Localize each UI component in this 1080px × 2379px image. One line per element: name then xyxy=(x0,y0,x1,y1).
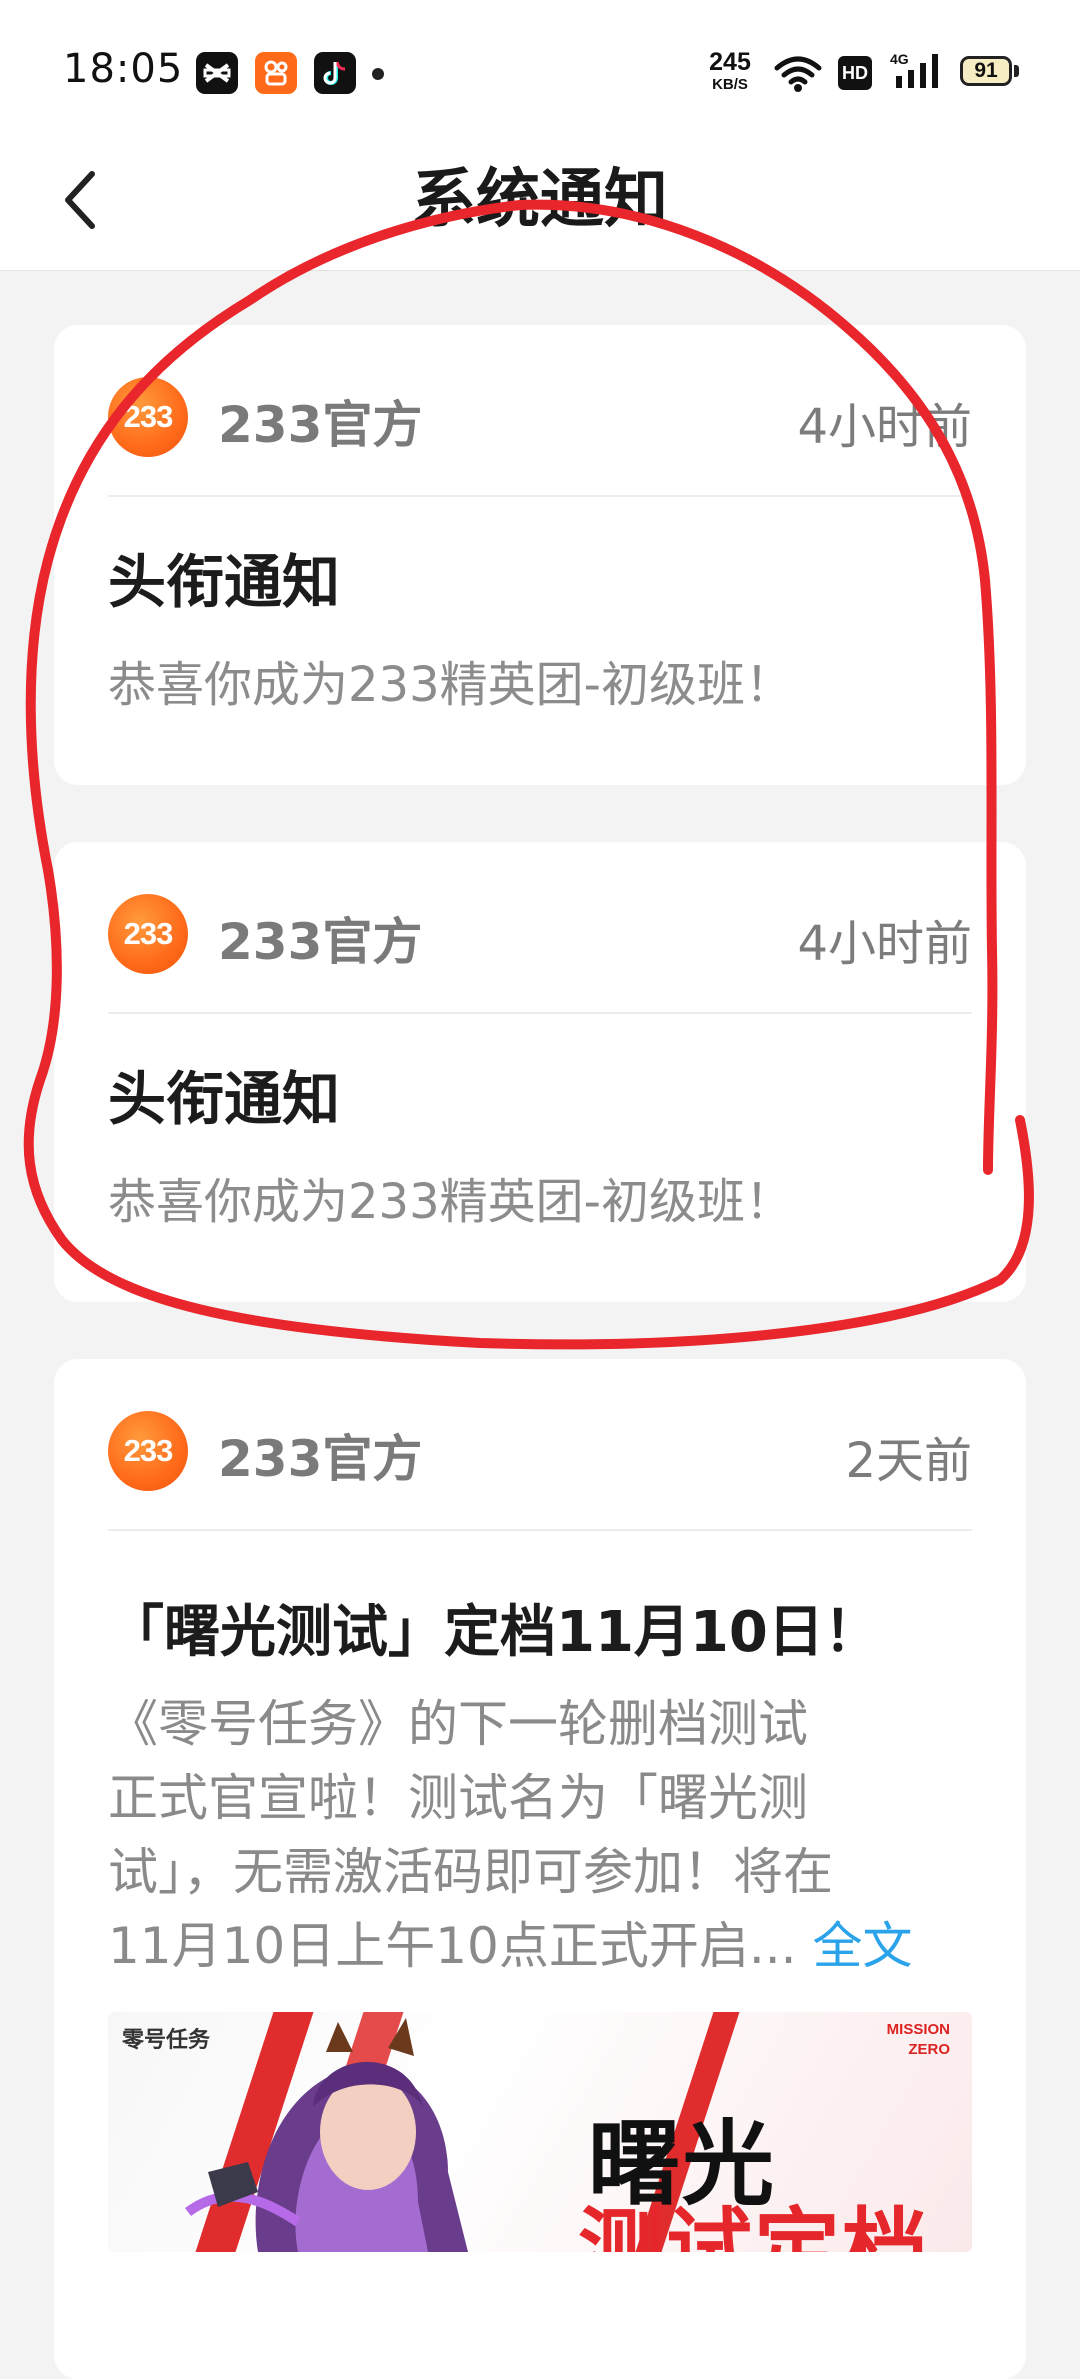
character-illustration xyxy=(185,2018,468,2252)
body-line: 《零号任务》的下一轮删档测试 xyxy=(108,1695,808,1753)
sender-avatar[interactable]: 233 xyxy=(108,894,188,974)
body-line: 11月10日上午10点正式开启... 全文 xyxy=(108,1909,972,1983)
banner-mission-logo: MISSION ZERO xyxy=(887,2020,950,2060)
sender-avatar[interactable]: 233 xyxy=(108,1411,188,1491)
battery-icon: 91 xyxy=(960,56,1012,86)
notification-header: 233 233官方 4小时前 xyxy=(108,325,972,497)
sender-name: 233官方 xyxy=(218,396,423,454)
network-speed-unit: KB/S xyxy=(712,76,748,93)
network-speed: 245 KB/S xyxy=(700,48,760,93)
sender-avatar[interactable]: 233 xyxy=(108,377,188,457)
wifi-icon xyxy=(773,54,823,98)
battery-tip xyxy=(1014,65,1019,77)
notification-body: 《零号任务》的下一轮删档测试 正式官宣啦！测试名为「曙光测 试」，无需激活码即可… xyxy=(108,1687,972,1983)
body-line-text: 11月10日上午10点正式开启... xyxy=(108,1917,813,1975)
hd-icon: HD xyxy=(838,56,872,90)
full-text-link[interactable]: 全文 xyxy=(812,1917,912,1975)
signal-label: 4G xyxy=(890,51,909,67)
status-time: 18:05 xyxy=(63,46,184,92)
notification-dot-icon xyxy=(372,68,384,80)
notification-card[interactable]: 233 233官方 4小时前 头衔通知 恭喜你成为233精英团-初级班！ xyxy=(54,842,1026,1302)
notification-time: 4小时前 xyxy=(797,399,972,455)
notification-card[interactable]: 233 233官方 4小时前 头衔通知 恭喜你成为233精英团-初级班！ xyxy=(54,325,1026,785)
notification-header: 233 233官方 2天前 xyxy=(108,1359,972,1531)
notification-title: 头衔通知 xyxy=(108,548,341,616)
nav-header: 系统通知 xyxy=(0,130,1080,271)
capcut-icon xyxy=(196,52,238,94)
promo-banner-image[interactable]: 零号任务 MISSION ZERO 曙光 测试定档 xyxy=(108,2012,972,2252)
signal-icon: 4G xyxy=(890,50,950,94)
notification-body: 恭喜你成为233精英团-初级班！ xyxy=(108,1174,793,1230)
banner-mission-line2: ZERO xyxy=(908,2041,950,2058)
notification-title: 「曙光测试」定档11月10日！ xyxy=(108,1600,880,1665)
body-line: 正式官宣啦！测试名为「曙光测 xyxy=(108,1769,808,1827)
network-speed-value: 245 xyxy=(709,48,751,76)
page-title: 系统通知 xyxy=(412,163,668,237)
tiktok-icon xyxy=(314,52,356,94)
kuaishou-icon xyxy=(255,52,297,94)
body-line: 试」，无需激活码即可参加！将在 xyxy=(108,1843,833,1901)
notification-body: 恭喜你成为233精英团-初级班！ xyxy=(108,657,793,713)
notification-title: 头衔通知 xyxy=(108,1065,341,1133)
sender-name: 233官方 xyxy=(218,1430,423,1488)
banner-headline-2: 测试定档 xyxy=(578,2199,930,2252)
chevron-left-icon xyxy=(65,171,95,229)
notification-time: 4小时前 xyxy=(797,916,972,972)
status-bar: 18:05 245 KB/S HD 4G 91 xyxy=(0,0,1080,130)
back-button[interactable] xyxy=(50,160,110,240)
notification-time: 2天前 xyxy=(845,1433,972,1489)
notification-header: 233 233官方 4小时前 xyxy=(108,842,972,1014)
sender-name: 233官方 xyxy=(218,913,423,971)
banner-mission-line1: MISSION xyxy=(886,2021,950,2038)
